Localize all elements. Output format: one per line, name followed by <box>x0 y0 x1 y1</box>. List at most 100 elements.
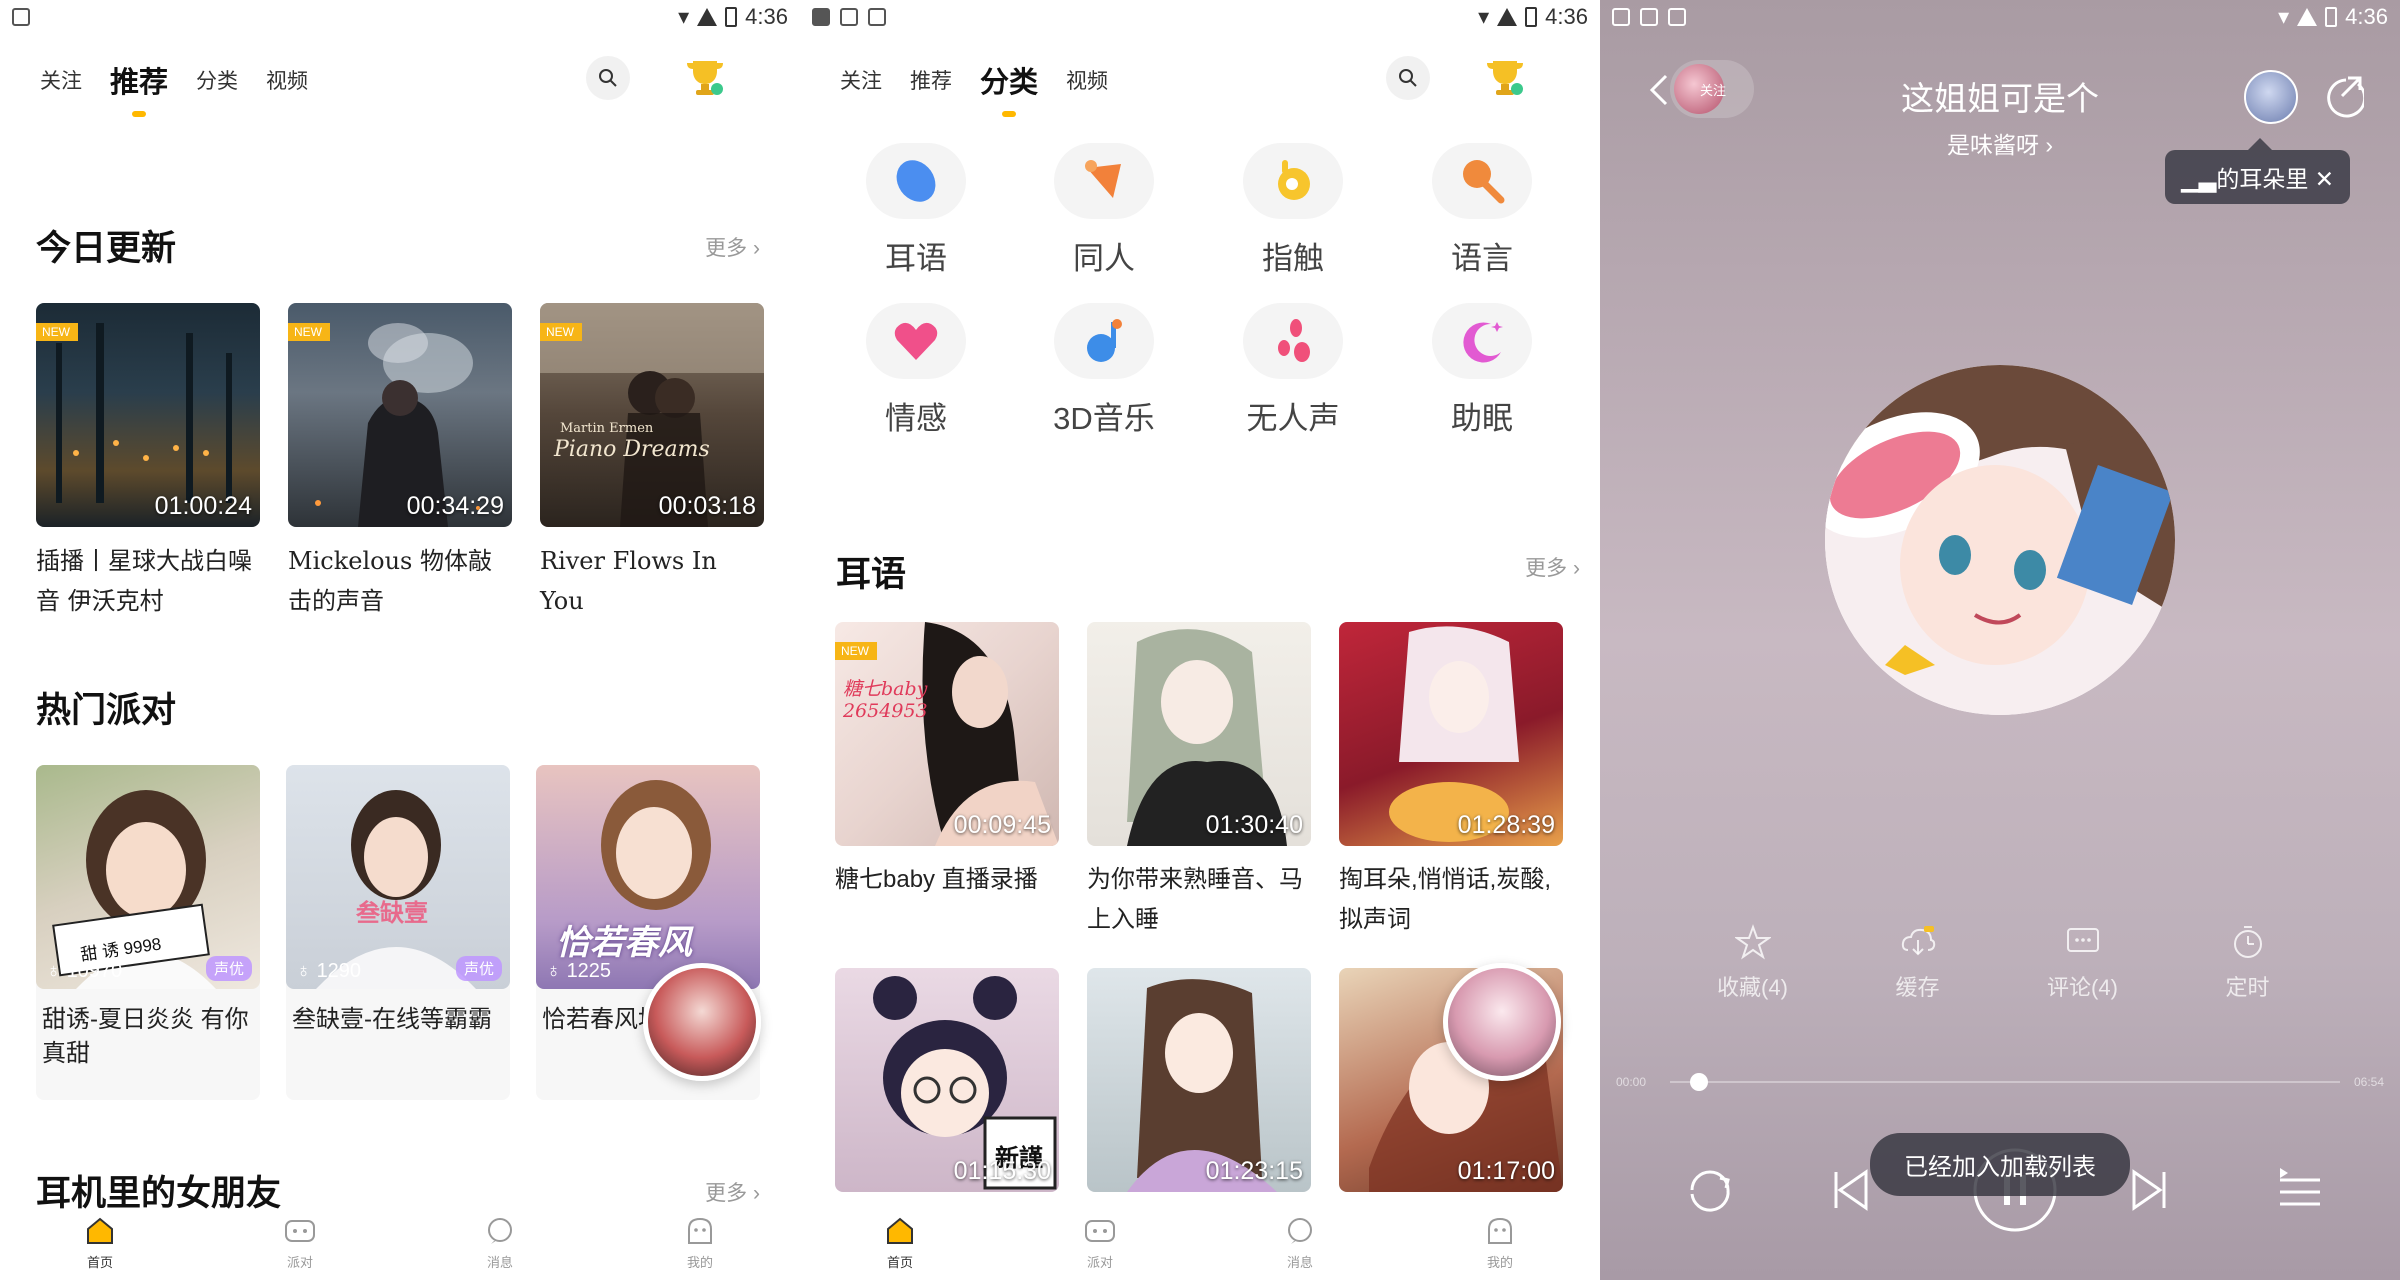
duration: 01:15:30 <box>953 1157 1051 1185</box>
playlist-icon[interactable] <box>2270 1160 2330 1220</box>
bottom-nav: 首页 派对 消息 我的 <box>800 1210 1600 1280</box>
listener-count: ♁ 1290 <box>296 960 362 982</box>
nav-home[interactable]: 首页 <box>40 1216 160 1271</box>
tab-recommend[interactable]: 推荐 <box>910 65 952 95</box>
category-sleep[interactable]: 助眠 <box>1402 303 1562 438</box>
card-thumbnail: 新謹 01:15:30 <box>835 968 1059 1192</box>
comment-button[interactable]: 评论(4) <box>2023 924 2143 1002</box>
whisper-icon <box>896 160 936 202</box>
card-title: 甜诱-夏日炎炎 有你真甜 <box>42 1006 249 1067</box>
art-text: 叁缺壹 <box>356 900 428 927</box>
tab-category[interactable]: 分类 <box>196 65 238 95</box>
favorite-button[interactable]: 收藏(4) <box>1693 924 1813 1002</box>
tab-video[interactable]: 视频 <box>1066 65 1108 95</box>
whisper-card[interactable]: 糖七baby 2654953 NEW 00:09:45 糖七baby 直播录播 <box>835 622 1059 900</box>
trophy-icon <box>1487 61 1523 95</box>
art-text-album: Piano Dreams <box>554 437 710 462</box>
category-language[interactable]: 语言 <box>1402 143 1562 278</box>
timer-button[interactable]: 定时 <box>2188 924 2308 1002</box>
profile-icon <box>688 1217 712 1244</box>
tab-follow[interactable]: 关注 <box>40 65 82 95</box>
category-label: 语言 <box>1451 241 1513 276</box>
more-link-today[interactable]: 更多 › <box>705 232 760 262</box>
voice-actor-tag: 声优 <box>455 956 502 981</box>
more-label: 更多 <box>1525 557 1568 580</box>
card-title: River Flows In You <box>540 547 717 615</box>
nav-home[interactable]: 首页 <box>840 1216 960 1271</box>
status-bar: ▾ 4:36 <box>0 0 800 34</box>
whisper-card[interactable]: 01:30:40 为你带来熟睡音、马上入睡 <box>1087 622 1311 940</box>
category-touch[interactable]: 指触 <box>1213 143 1373 278</box>
more-link-girlfriend[interactable]: 更多 › <box>705 1177 760 1207</box>
today-card[interactable]: Martin Ermen Piano Dreams NEW 00:03:18 R… <box>540 303 764 621</box>
whisper-card[interactable]: 新謹 01:15:30 <box>835 968 1059 1192</box>
repeat-icon[interactable] <box>1680 1160 1740 1220</box>
listener-count: ♁ 10970 <box>46 960 123 982</box>
notification-icon <box>12 8 30 26</box>
cache-button[interactable]: 缓存 <box>1858 924 1978 1002</box>
search-icon <box>1399 69 1417 87</box>
notification-icon <box>868 8 886 26</box>
count-value: 1225 <box>566 960 612 982</box>
art-text: 恰若春风 <box>556 924 692 962</box>
nav-profile[interactable]: 我的 <box>1440 1216 1560 1271</box>
tab-follow[interactable]: 关注 <box>840 65 882 95</box>
nav-messages[interactable]: 消息 <box>440 1216 560 1271</box>
download-icon <box>1901 926 1935 956</box>
nav-party[interactable]: 派对 <box>240 1216 360 1271</box>
whisper-card[interactable]: 01:28:39 掏耳朵,悄悄话,炭酸,拟声词 <box>1339 622 1563 940</box>
category-label: 无人声 <box>1246 401 1340 436</box>
whisper-card[interactable]: 01:23:15 <box>1087 968 1311 1192</box>
more-label: 更多 <box>705 237 748 260</box>
category-fan[interactable]: 同人 <box>1024 143 1184 278</box>
close-icon[interactable]: ✕ <box>2315 166 2334 192</box>
tab-recommend[interactable]: 推荐 <box>110 59 168 117</box>
trophy-button[interactable] <box>1478 50 1532 104</box>
battery-icon <box>2325 7 2338 27</box>
nav-party[interactable]: 派对 <box>1040 1216 1160 1271</box>
category-label: 耳语 <box>885 241 947 276</box>
wifi-icon: ▾ <box>2278 4 2290 29</box>
mini-player-avatar[interactable] <box>1443 963 1561 1081</box>
action-row: 收藏(4) 缓存 评论(4) 定时 <box>1600 924 2400 1002</box>
today-card[interactable]: NEW 01:00:24 插播丨星球大战白噪音 伊沃克村 <box>36 303 260 621</box>
card-title: 糖七baby 直播录播 <box>835 866 1038 893</box>
tab-video[interactable]: 视频 <box>266 65 308 95</box>
nav-label: 首页 <box>86 1255 113 1270</box>
more-link-whisper[interactable]: 更多 › <box>1525 552 1580 582</box>
top-tabs: 关注 推荐 分类 视频 <box>840 50 1560 117</box>
tab-category[interactable]: 分类 <box>980 59 1038 117</box>
progress-knob[interactable] <box>1690 1073 1709 1091</box>
party-card[interactable]: 甜 诱 9998 ♁ 10970 声优 甜诱-夏日炎炎 有你真甜 <box>36 765 260 1100</box>
nav-messages[interactable]: 消息 <box>1240 1216 1360 1271</box>
nav-profile[interactable]: 我的 <box>640 1216 760 1271</box>
card-thumbnail: NEW 01:00:24 <box>36 303 260 527</box>
card-thumbnail: 01:23:15 <box>1087 968 1311 1192</box>
category-whisper[interactable]: 耳语 <box>836 143 996 278</box>
category-3d-music[interactable]: 3D音乐 <box>1024 303 1184 438</box>
mini-player-avatar[interactable] <box>643 963 761 1081</box>
category-label: 情感 <box>885 401 947 436</box>
share-icon[interactable] <box>2318 74 2364 120</box>
party-card[interactable]: 叁缺壹 ♁ 1290 声优 叁缺壹-在线等霸霸 <box>286 765 510 1100</box>
status-bar: ▾ 4:36 <box>1600 0 2400 34</box>
category-screen: ▾ 4:36 关注 推荐 分类 视频 耳语 同人 指触 语言 情感 3D音乐 无… <box>800 0 1600 1280</box>
card-thumbnail: 01:28:39 <box>1339 622 1563 846</box>
category-no-voice[interactable]: 无人声 <box>1213 303 1373 438</box>
trophy-button[interactable] <box>678 50 732 104</box>
listener-avatar[interactable] <box>2244 70 2298 124</box>
duration: 01:00:24 <box>154 492 252 520</box>
today-card[interactable]: NEW 00:34:29 Mickelous 物体敲击的声音 <box>288 303 512 621</box>
microphone-icon <box>1463 160 1505 204</box>
progress-bar[interactable] <box>1670 1073 2340 1091</box>
search-button[interactable] <box>1386 56 1430 100</box>
image-notification-icon <box>1640 8 1658 26</box>
profile-icon <box>1488 1217 1512 1244</box>
status-time: 4:36 <box>745 4 788 29</box>
petals-icon <box>1278 319 1310 362</box>
category-emotion[interactable]: 情感 <box>836 303 996 438</box>
action-label: 评论(4) <box>2047 975 2118 1000</box>
search-button[interactable] <box>586 56 630 100</box>
section-title-party: 热门派对 <box>36 691 177 730</box>
new-badge: NEW <box>835 642 877 660</box>
